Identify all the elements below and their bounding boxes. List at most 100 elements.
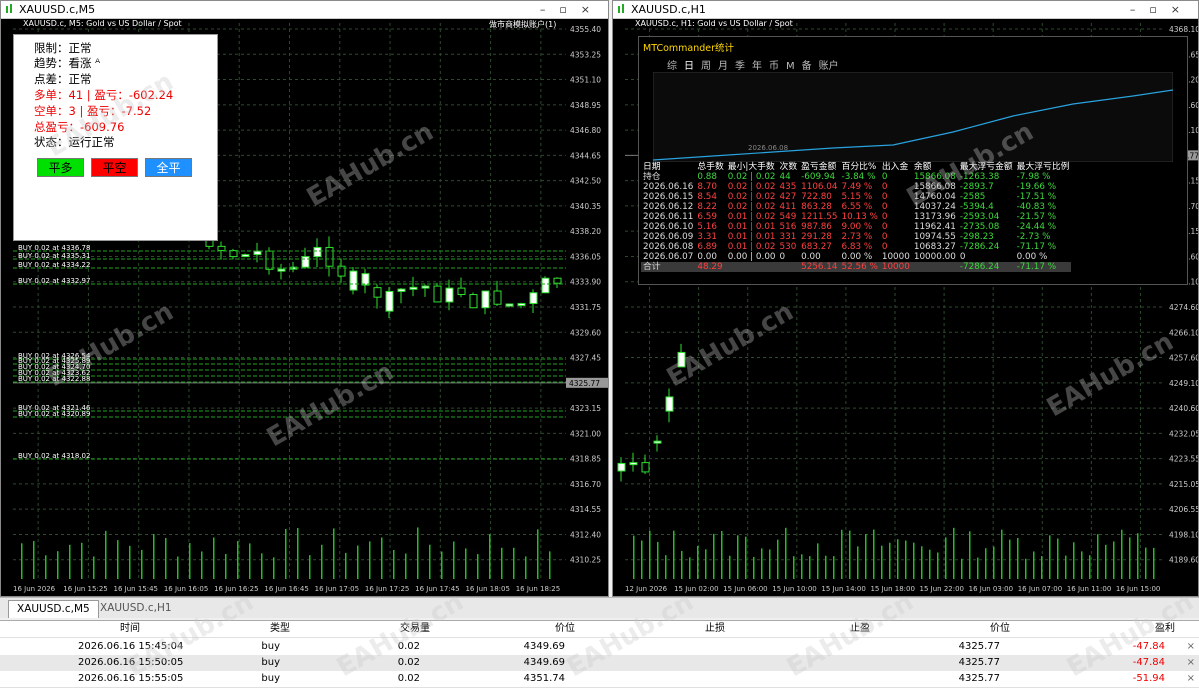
stats-cell: 516 xyxy=(779,222,797,232)
buy-order-label: BUY 0.02 at 4332.97 xyxy=(18,277,90,285)
column-header[interactable]: 交易量 xyxy=(400,621,430,637)
candle-body xyxy=(641,462,650,473)
table-cell: buy xyxy=(261,641,280,652)
candle-body xyxy=(241,254,250,258)
stats-cell: 0.01 | 0.01 xyxy=(727,232,776,242)
stats-cell: -7.98 % xyxy=(1016,172,1051,182)
table-row: 2026.06.15 8.54 0.02 | 0.02 427 722.80 5.15 %… xyxy=(641,192,1071,202)
time-tick: 15 Jun 14:00 xyxy=(821,585,865,593)
chart-window-h1[interactable]: XAUUSD.c,H1 –▫× XAUUSD.c, H1: Gold vs US… xyxy=(612,0,1199,597)
volume-bar xyxy=(33,541,35,579)
close-long-button[interactable]: 平多 xyxy=(37,158,84,177)
time-tick: 16 Jun 15:25 xyxy=(63,585,107,593)
close-order-icon[interactable]: × xyxy=(1187,639,1195,655)
time-tick: 16 Jun 17:05 xyxy=(315,585,359,593)
column-header[interactable]: 盈利 xyxy=(1145,621,1175,637)
stats-cell xyxy=(778,262,800,272)
volume-bar xyxy=(393,550,395,579)
stats-cell: 0 xyxy=(779,252,786,262)
volume-bar xyxy=(213,537,215,579)
stats-cell: 427 xyxy=(779,192,797,202)
candle-body xyxy=(373,287,382,298)
stats-tab[interactable]: 日 xyxy=(684,61,694,72)
stats-cell: 863.28 xyxy=(801,202,832,212)
stats-tabs[interactable]: 综日周月季年币 M 备账户 xyxy=(667,57,846,72)
stats-cell: 411 xyxy=(779,202,797,212)
volume-bar xyxy=(665,555,667,579)
column-header[interactable]: 止损 xyxy=(695,621,725,637)
column-header[interactable]: 类型 xyxy=(260,621,290,637)
volume-bar xyxy=(921,546,923,579)
volume-bar xyxy=(865,533,867,579)
equity-curve: 2026.06.08 xyxy=(653,72,1173,162)
candle-body xyxy=(529,292,538,305)
stats-tab[interactable]: 年 xyxy=(752,61,762,72)
time-tick: 16 Jun 17:25 xyxy=(365,585,409,593)
volume-bar xyxy=(1145,547,1147,579)
chart-window-m5[interactable]: XAUUSD.c,M5 –▫× XAUUSD.c, M5: Gold vs US… xyxy=(0,0,609,597)
stats-header-cell: 盈亏金额 xyxy=(801,162,837,172)
price-tick: 4338.20 xyxy=(570,227,601,236)
stats-cell: 0.00 % xyxy=(1016,252,1048,262)
volume-bar xyxy=(881,545,883,579)
close-order-icon[interactable]: × xyxy=(1187,671,1195,687)
stats-cell: 10000 xyxy=(881,262,910,272)
close-all-button[interactable]: 全平 xyxy=(145,158,192,177)
close-short-button[interactable]: 平空 xyxy=(91,158,138,177)
tab-xauusd-h1[interactable]: XAUUSD.c,H1 xyxy=(92,600,180,617)
stats-cell: 549 xyxy=(779,212,797,222)
stats-tab[interactable]: 周 xyxy=(701,61,711,72)
price-tick: 4340.35 xyxy=(570,202,601,211)
volume-bar xyxy=(905,540,907,579)
stats-tab[interactable]: 综 xyxy=(667,61,677,72)
stats-cell: -5394.4 xyxy=(959,202,994,212)
stats-tab[interactable]: 账户 xyxy=(819,61,839,72)
stats-header-cell: 百分比% xyxy=(841,162,877,172)
stats-cell: 2026.06.16 xyxy=(643,182,694,192)
column-header[interactable]: 价位 xyxy=(545,621,575,637)
stats-cell: -609.94 xyxy=(801,172,836,182)
table-row[interactable]: 2026.06.16 15:55:05 buy 0.02 4351.74 4325.77… xyxy=(0,671,1199,688)
table-cell: 4325.77 xyxy=(958,657,1000,668)
candle-body xyxy=(421,285,430,289)
volume-bar xyxy=(649,530,651,579)
stats-cell: 10.13 % xyxy=(841,212,878,222)
column-header[interactable]: 时间 xyxy=(110,621,140,637)
stats-tab[interactable]: 币 xyxy=(769,61,779,72)
column-header[interactable]: 止盈 xyxy=(840,621,870,637)
stats-tab[interactable]: 备 xyxy=(802,61,812,72)
volume-bar xyxy=(369,541,371,579)
tab-xauusd-m5[interactable]: XAUUSD.c,M5 xyxy=(8,600,99,618)
price-tick: 4323.15 xyxy=(570,404,601,413)
column-header[interactable]: 价位 xyxy=(980,621,1010,637)
close-order-icon[interactable]: × xyxy=(1187,655,1195,671)
stats-cell: 0.02 | 0.02 xyxy=(727,202,776,212)
stats-tab[interactable]: 月 xyxy=(718,61,728,72)
volume-bar xyxy=(225,553,227,579)
stats-cell: 9.00 % xyxy=(841,222,873,232)
volume-bar xyxy=(929,549,931,579)
volume-bar xyxy=(1001,529,1003,579)
candle-body xyxy=(277,268,286,272)
stats-tab[interactable]: M xyxy=(786,61,795,72)
table-row[interactable]: 2026.06.16 15:50:05 buy 0.02 4349.69 4325.77… xyxy=(0,655,1199,672)
price-tick: 4249.10 xyxy=(1169,379,1199,388)
volume-bar xyxy=(333,528,335,579)
volume-bar xyxy=(817,543,819,579)
stats-cell: 530 xyxy=(779,242,797,252)
stats-cell: -298.23 xyxy=(959,232,994,242)
volume-bar xyxy=(261,553,263,579)
volume-bar xyxy=(21,543,23,579)
table-cell: 4349.69 xyxy=(523,641,565,652)
stats-cell: 0.01 | 0.02 xyxy=(727,212,776,222)
stats-tab[interactable]: 季 xyxy=(735,61,745,72)
table-row[interactable]: 2026.06.16 15:45:04 buy 0.02 4349.69 4325.77… xyxy=(0,639,1199,656)
volume-bar xyxy=(81,542,83,579)
stats-cell: 10683.27 xyxy=(913,242,956,252)
volume-bar xyxy=(441,551,443,579)
stats-cell: 435 xyxy=(779,182,797,192)
volume-bar xyxy=(417,527,419,579)
price-tick: 4346.80 xyxy=(570,126,601,135)
volume-bar xyxy=(549,551,551,579)
table-row: 2026.06.11 6.59 0.01 | 0.02 549 1211.55 10.13… xyxy=(641,212,1071,222)
